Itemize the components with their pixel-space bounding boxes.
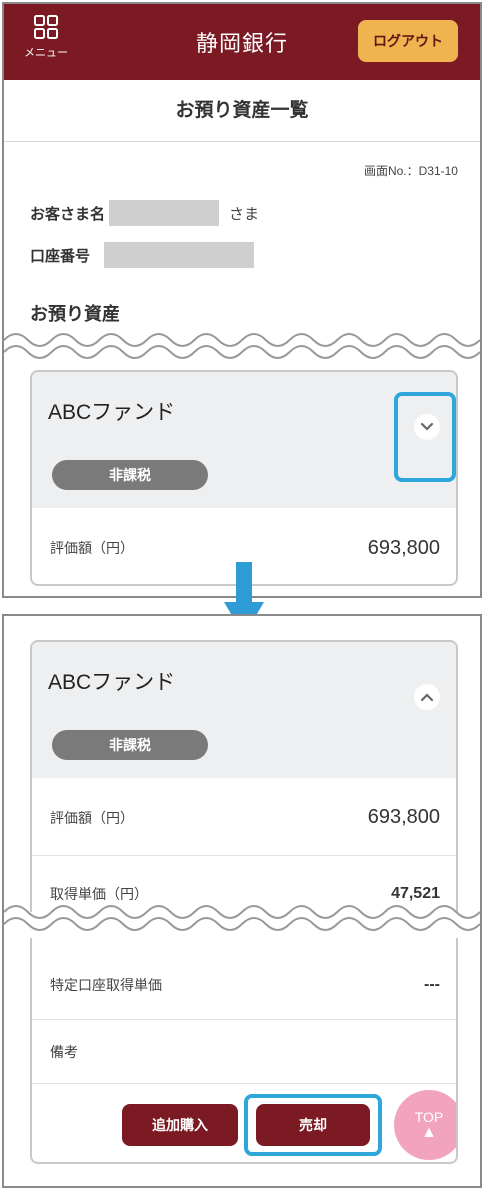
collapse-button[interactable] xyxy=(414,684,440,710)
fund-card-header: ABCファンド 非課税 xyxy=(32,372,456,508)
fund-card-header: ABCファンド 非課税 xyxy=(32,642,456,778)
app-header: メニュー 静岡銀行 ログアウト xyxy=(4,4,480,80)
tax-type-badge: 非課税 xyxy=(52,730,208,760)
memo-row: 備考 xyxy=(32,1020,456,1084)
special-account-value: --- xyxy=(424,975,440,993)
tax-type-badge: 非課税 xyxy=(52,460,208,490)
expanded-state-panel: ABCファンド 非課税 評価額（円） 693,800 取得単価（円） 47,52… xyxy=(2,614,482,1188)
chevron-up-icon xyxy=(420,693,434,702)
top-label: TOP xyxy=(414,1109,444,1125)
special-account-row: 特定口座取得単価 --- xyxy=(32,950,456,1020)
customer-name-label: お客さま名 xyxy=(30,205,106,223)
fund-name: ABCファンド xyxy=(48,671,176,694)
menu-button[interactable]: メニュー xyxy=(24,14,68,70)
memo-label: 備考 xyxy=(50,1043,78,1060)
additional-purchase-button[interactable]: 追加購入 xyxy=(122,1104,238,1146)
section-title: お預り資産 xyxy=(30,304,120,324)
top-arrow-icon: ▲ xyxy=(421,1124,437,1141)
eval-value: 693,800 xyxy=(367,806,440,828)
screen-number: 画面No.：D31-10 xyxy=(363,164,458,178)
menu-label: メニュー xyxy=(24,47,68,59)
sell-highlight xyxy=(244,1094,382,1156)
eval-value: 693,800 xyxy=(367,536,440,559)
account-number-masked xyxy=(104,242,255,268)
expand-highlight xyxy=(394,392,456,482)
eval-row: 評価額（円） 693,800 xyxy=(32,780,456,856)
top-button[interactable]: TOP ▲ xyxy=(394,1090,456,1160)
fund-card-collapsed[interactable]: ABCファンド 非課税 評価額（円） 693,800 xyxy=(30,370,458,586)
page-title: お預り資産一覧 xyxy=(4,80,480,142)
customer-name-masked xyxy=(109,200,220,226)
fund-name: ABCファンド xyxy=(48,401,176,424)
menu-grid-icon xyxy=(34,15,58,39)
collapsed-state-panel: メニュー 静岡銀行 ログアウト お預り資産一覧 画面No.：D31-10 お客さ… xyxy=(2,2,482,598)
eval-label: 評価額（円） xyxy=(50,540,134,556)
account-number-label: 口座番号 xyxy=(30,247,91,265)
special-account-label: 特定口座取得単価 xyxy=(50,976,162,993)
customer-name-row: お客さま名 さま xyxy=(30,200,259,226)
customer-name-suffix: さま xyxy=(229,205,260,223)
omission-wave xyxy=(4,905,480,938)
omission-wave xyxy=(4,333,480,366)
account-number-row: 口座番号 xyxy=(30,242,255,268)
logout-button[interactable]: ログアウト xyxy=(358,20,458,62)
eval-label: 評価額（円） xyxy=(50,809,134,826)
